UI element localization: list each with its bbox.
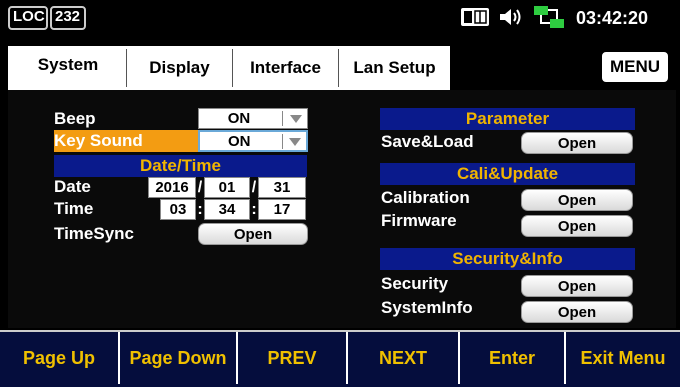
enter-softkey[interactable]: Enter <box>460 332 566 384</box>
tab-system[interactable]: System <box>10 46 126 90</box>
key-sound-value: ON <box>227 133 251 150</box>
lan-connection-icon <box>532 4 566 30</box>
security-open-button[interactable]: Open <box>521 275 633 297</box>
speaker-icon <box>498 7 526 27</box>
date-separator: / <box>197 179 203 196</box>
next-softkey[interactable]: NEXT <box>348 332 460 384</box>
storage-icon <box>460 7 490 27</box>
prev-softkey[interactable]: PREV <box>238 332 348 384</box>
key-sound-label: Key Sound <box>54 130 200 152</box>
softkey-bar: Page Up Page Down PREV NEXT Enter Exit M… <box>0 330 680 387</box>
timesync-open-button[interactable]: Open <box>198 223 308 245</box>
calibration-open-button[interactable]: Open <box>521 189 633 211</box>
clock: 03:42:20 <box>576 8 649 28</box>
parameter-header: Parameter <box>380 108 635 130</box>
beep-value: ON <box>227 110 251 127</box>
systeminfo-open-button[interactable]: Open <box>521 301 633 323</box>
time-hour-field[interactable]: 03 <box>160 199 196 220</box>
key-sound-dropdown[interactable]: ON <box>198 130 308 152</box>
beep-label: Beep <box>54 109 96 128</box>
systeminfo-label: SystemInfo <box>381 298 473 317</box>
timesync-label: TimeSync <box>54 224 135 243</box>
exit-menu-softkey[interactable]: Exit Menu <box>566 332 680 384</box>
date-separator: / <box>251 179 257 196</box>
device-address-indicator: 232 <box>50 6 86 30</box>
date-day-field[interactable]: 31 <box>258 177 306 198</box>
page-down-softkey[interactable]: Page Down <box>120 332 238 384</box>
date-month-field[interactable]: 01 <box>204 177 250 198</box>
time-separator: : <box>251 201 257 218</box>
cali-update-header: Cali&Update <box>380 163 635 185</box>
firmware-open-button[interactable]: Open <box>521 215 633 237</box>
saveload-label: Save&Load <box>381 132 474 151</box>
page-up-softkey[interactable]: Page Up <box>0 332 120 384</box>
firmware-label: Firmware <box>381 211 457 230</box>
tab-display[interactable]: Display <box>126 49 232 87</box>
calibration-label: Calibration <box>381 188 470 207</box>
time-label: Time <box>54 199 94 218</box>
datetime-header: Date/Time <box>54 155 307 177</box>
date-label: Date <box>54 177 91 196</box>
time-separator: : <box>197 201 203 218</box>
beep-dropdown[interactable]: ON <box>198 108 308 129</box>
time-minute-field[interactable]: 34 <box>204 199 250 220</box>
tab-interface[interactable]: Interface <box>232 49 338 87</box>
remote-mode-indicator: LOC <box>8 6 48 30</box>
security-info-header: Security&Info <box>380 248 635 270</box>
security-label: Security <box>381 274 449 293</box>
saveload-open-button[interactable]: Open <box>521 132 633 154</box>
date-year-field[interactable]: 2016 <box>148 177 196 198</box>
tab-lan-setup[interactable]: Lan Setup <box>338 49 450 87</box>
chevron-down-icon <box>290 115 302 123</box>
time-second-field[interactable]: 17 <box>258 199 306 220</box>
chevron-down-icon <box>289 138 301 146</box>
menu-tag: MENU <box>600 50 670 84</box>
